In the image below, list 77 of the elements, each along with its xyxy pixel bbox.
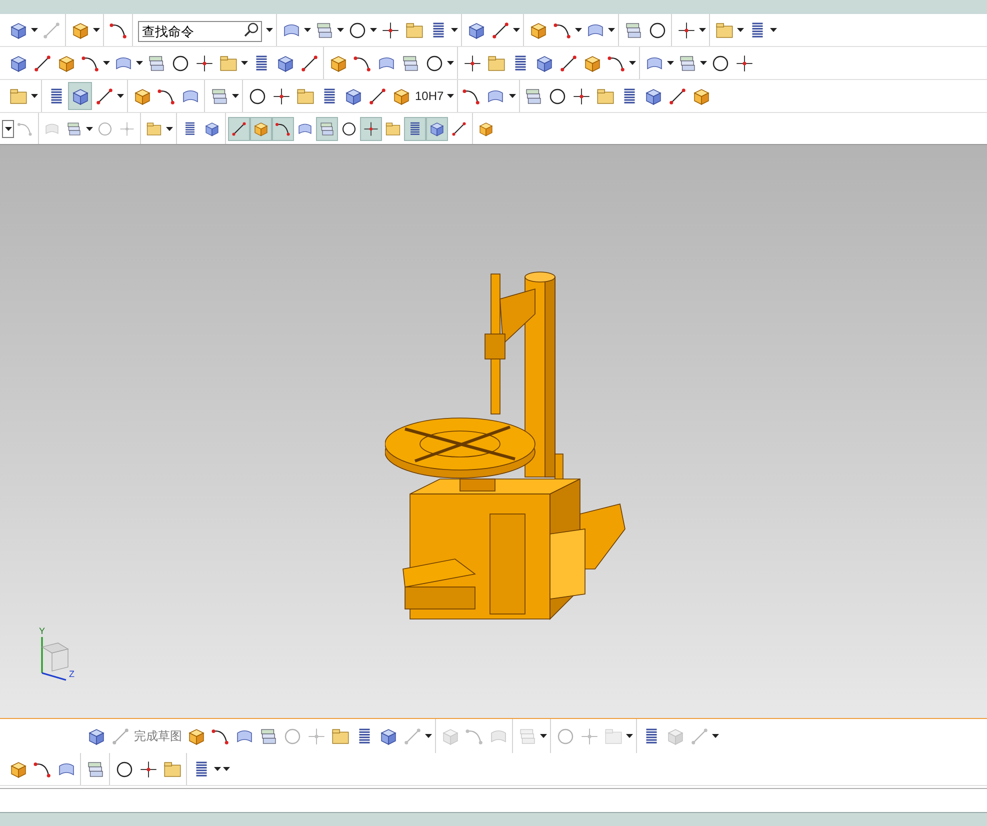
folder-icon	[145, 120, 163, 138]
crosshair-icon	[118, 120, 136, 138]
line-icon	[40, 20, 62, 40]
axis-label: Z	[69, 669, 74, 679]
caret-icon[interactable]	[626, 734, 633, 738]
caret-icon[interactable]	[86, 126, 93, 130]
caret-icon[interactable]	[266, 28, 273, 32]
y-axis-line	[41, 637, 43, 673]
crosshair-icon	[138, 758, 158, 780]
caret-icon[interactable]	[31, 28, 38, 32]
caret-icon[interactable]	[667, 61, 674, 65]
crosshair-icon	[306, 726, 326, 746]
crosshair-icon	[676, 20, 696, 40]
caret-icon[interactable]	[103, 61, 110, 65]
caret-icon[interactable]	[304, 28, 311, 32]
caret-icon[interactable]	[232, 94, 239, 98]
caret-icon[interactable]	[575, 28, 582, 32]
circle-icon	[96, 120, 114, 138]
caret-icon[interactable]	[540, 734, 547, 738]
caret-icon[interactable]	[608, 28, 615, 32]
tool-button[interactable]	[228, 116, 250, 140]
crosshair-icon	[380, 20, 400, 40]
folder-icon	[384, 120, 402, 138]
z-axis-line	[42, 672, 66, 681]
tool-button[interactable]	[426, 116, 448, 140]
crosshair-icon	[194, 52, 214, 74]
caret-icon[interactable]	[136, 61, 143, 65]
caret-icon[interactable]	[337, 28, 344, 32]
line-icon	[558, 52, 578, 74]
caret-icon[interactable]	[93, 28, 100, 32]
line-icon	[667, 86, 688, 106]
caret-icon[interactable]	[117, 94, 124, 98]
caret-icon[interactable]	[447, 61, 454, 65]
crosshair-icon	[362, 120, 380, 138]
axis-label: Y	[39, 626, 46, 636]
caret-icon[interactable]	[370, 28, 377, 32]
caret-icon[interactable]	[712, 734, 719, 738]
caret-icon[interactable]	[629, 61, 636, 65]
caret-icon[interactable]	[699, 28, 706, 32]
line-icon	[366, 86, 388, 106]
caret-icon[interactable]	[166, 126, 173, 130]
tool-button[interactable]	[404, 116, 426, 140]
line-icon	[110, 726, 131, 746]
dropdown-field[interactable]	[2, 120, 14, 138]
line-icon	[94, 86, 114, 106]
caret-icon	[4, 126, 12, 130]
crosshair-icon	[734, 52, 754, 74]
view-cube-icon	[41, 642, 69, 672]
line-icon	[402, 726, 422, 746]
caret-icon[interactable]	[451, 28, 458, 32]
caret-icon[interactable]	[737, 28, 744, 32]
line-icon	[490, 20, 510, 40]
caret-icon[interactable]	[425, 734, 432, 738]
line-icon	[450, 120, 468, 138]
caret-icon[interactable]	[513, 28, 520, 32]
line-icon	[32, 52, 52, 74]
stacked-sheets-icon	[65, 120, 83, 138]
crosshair-icon	[270, 86, 292, 106]
caret-icon[interactable]	[31, 94, 38, 98]
crosshair-icon	[462, 52, 482, 74]
caret-icon[interactable]	[700, 61, 707, 65]
crosshair-icon	[578, 726, 600, 746]
tool-button[interactable]	[360, 116, 382, 140]
tool-button[interactable]: 10H7	[389, 83, 446, 109]
line-icon	[230, 120, 248, 138]
stacked-sheets-icon	[318, 120, 336, 138]
caret-icon[interactable]	[241, 61, 248, 65]
line-icon	[298, 52, 320, 74]
tool-button[interactable]	[272, 116, 294, 140]
circle-icon	[340, 120, 358, 138]
search-field[interactable]: 查找命令	[138, 20, 262, 42]
caret-icon[interactable]	[446, 94, 454, 98]
crosshair-icon	[571, 86, 592, 106]
caret-icon[interactable]	[508, 94, 516, 98]
search-icon	[243, 22, 259, 38]
line-icon	[688, 726, 710, 746]
caret-icon[interactable]	[770, 28, 777, 32]
